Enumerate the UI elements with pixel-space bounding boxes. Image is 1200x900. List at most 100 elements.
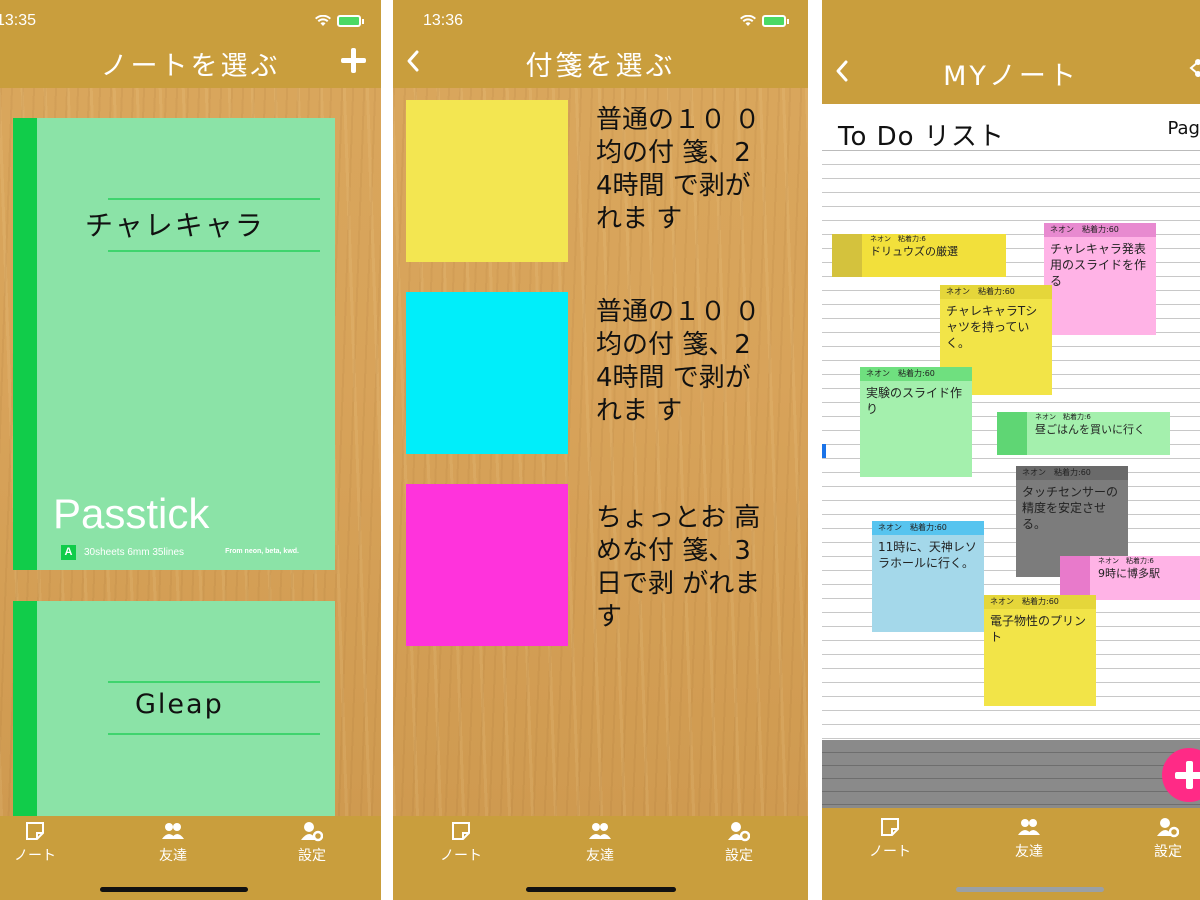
- sticky-header: ネオン 粘着力:60: [860, 367, 972, 381]
- sticky-text: 11時に、天神レソラホールに行く。: [878, 540, 977, 570]
- tagline: From neon, beta, kwd.: [225, 548, 299, 555]
- friends-icon: [1018, 819, 1040, 835]
- text-cursor: [822, 444, 826, 458]
- note-title: チャレキャラ: [85, 209, 265, 242]
- wifi-icon: [315, 15, 331, 26]
- tab-label: 設定: [1154, 844, 1182, 860]
- page-title: 付箋を選ぶ: [525, 51, 676, 82]
- sticky-note[interactable]: ネオン 粘着力:6 昼ごはんを買いに行く: [997, 412, 1170, 455]
- note-card[interactable]: Gleap: [13, 601, 335, 817]
- tab-label: 設定: [298, 848, 326, 864]
- friends-icon: [589, 823, 611, 839]
- sticky-description: 普通の１０ ０均の付 箋、24時間 で剥がれま す: [596, 297, 761, 426]
- tab-label: 友達: [159, 848, 187, 864]
- page-title: ノートを選ぶ: [100, 51, 281, 82]
- sticky-note[interactable]: ネオン 粘着力:6 9時に博多駅: [1060, 556, 1200, 600]
- add-note-button[interactable]: [339, 46, 369, 76]
- sheet-info: A 30sheets 6mm 35lines: [61, 545, 184, 560]
- status-icons: [740, 14, 789, 28]
- sticky-chip: [997, 412, 1027, 455]
- sticky-note[interactable]: ネオン 粘着力:60 電子物性のプリント: [984, 595, 1096, 706]
- sticky-description: 普通の１０ ０均の付 箋、24時間 で剥がれま す: [596, 105, 761, 234]
- note-spine: [13, 601, 37, 817]
- note-select-screen: 13:35 ノートを選ぶ チャレキャラ Passtick A 30sheets …: [0, 0, 381, 900]
- tab-settings[interactable]: 設定: [272, 820, 352, 865]
- tab-bar: ノート 友達 設定: [822, 808, 1200, 900]
- note-spine: [13, 118, 37, 570]
- battery-icon: [762, 15, 789, 27]
- page-title: MYノート: [943, 61, 1079, 92]
- note-icon: [452, 822, 470, 840]
- my-note-screen: MYノート To Do リスト Pag ネオン 粘着力:6 ドリュウズの厳選 ネ…: [822, 0, 1200, 900]
- sticky-option[interactable]: ちょっとお 高めな付 箋、3日で剥 がれます: [406, 484, 798, 646]
- nav-header: 13:35 ノートを選ぶ: [0, 0, 381, 88]
- page-footer: [822, 740, 1200, 808]
- share-icon[interactable]: [1188, 58, 1200, 78]
- sticky-description: ちょっとお 高めな付 箋、3日で剥 がれます: [596, 503, 761, 632]
- status-time: 13:35: [0, 12, 37, 29]
- sticky-select-screen: 13:36 付箋を選ぶ 普通の１０ ０均の付 箋、24時間 で剥がれま す 普通…: [393, 0, 808, 900]
- sticky-color-swatch[interactable]: [406, 100, 568, 262]
- friends-icon: [162, 823, 184, 839]
- sticky-text: チャレキャラTシャツを持っていく。: [946, 304, 1038, 350]
- paper-title: To Do リスト: [838, 122, 1005, 152]
- tab-friends[interactable]: 友達: [560, 820, 640, 865]
- tab-label: ノート: [14, 848, 56, 864]
- tab-label: ノート: [440, 848, 482, 864]
- sticky-note[interactable]: ネオン 粘着力:60 11時に、天神レソラホールに行く。: [872, 521, 984, 632]
- sticky-chip: [1060, 556, 1090, 600]
- sheet-spec: 30sheets 6mm 35lines: [84, 547, 185, 558]
- sticky-header: ネオン 粘着力:60: [940, 285, 1052, 299]
- nav-header: 13:36 付箋を選ぶ: [393, 0, 808, 88]
- note-card[interactable]: チャレキャラ Passtick A 30sheets 6mm 35lines F…: [13, 118, 335, 570]
- label-line: [108, 198, 320, 200]
- sticky-text: チャレキャラ発表用のスライドを作る: [1050, 242, 1147, 288]
- tab-friends[interactable]: 友達: [989, 816, 1069, 861]
- label-line: [108, 733, 320, 735]
- note-icon: [26, 822, 44, 840]
- tab-settings[interactable]: 設定: [1128, 816, 1200, 861]
- sticky-option[interactable]: 普通の１０ ０均の付 箋、24時間 で剥がれま す: [406, 292, 798, 454]
- battery-icon: [337, 15, 364, 27]
- sticky-color-swatch[interactable]: [406, 484, 568, 646]
- note-title: Gleap: [135, 689, 224, 720]
- wifi-icon: [740, 15, 756, 26]
- brand-text: Passtick: [53, 490, 210, 537]
- home-indicator: [100, 887, 248, 892]
- sticky-text: 電子物性のプリント: [990, 614, 1087, 644]
- home-indicator: [526, 887, 676, 892]
- tab-label: 友達: [586, 848, 614, 864]
- note-paper[interactable]: To Do リスト Pag ネオン 粘着力:6 ドリュウズの厳選 ネオン 粘着力…: [822, 104, 1200, 740]
- tab-label: 友達: [1015, 844, 1043, 860]
- sticky-option[interactable]: 普通の１０ ０均の付 箋、24時間 で剥がれま す: [406, 100, 798, 262]
- tab-label: 設定: [725, 848, 753, 864]
- tab-friends[interactable]: 友達: [133, 820, 213, 865]
- note-icon: [881, 818, 899, 836]
- sticky-header: ネオン 粘着力:60: [984, 595, 1096, 609]
- sticky-text: タッチセンサーの精度を安定させる。: [1022, 485, 1119, 531]
- home-indicator: [956, 887, 1104, 892]
- tab-note[interactable]: ノート: [0, 820, 75, 865]
- tab-bar: ノート 友達 設定: [0, 816, 381, 900]
- tab-settings[interactable]: 設定: [699, 820, 779, 865]
- tab-note[interactable]: ノート: [421, 820, 501, 865]
- page-label: Pag: [1167, 118, 1200, 139]
- tab-note[interactable]: ノート: [850, 816, 930, 861]
- sticky-header: ネオン 粘着力:60: [1044, 223, 1156, 237]
- label-line: [108, 250, 320, 252]
- grade-badge: A: [61, 545, 76, 560]
- status-icons: [315, 14, 364, 28]
- user-gear-icon: [728, 822, 750, 842]
- sticky-header: ネオン 粘着力:60: [1016, 466, 1128, 480]
- sticky-note[interactable]: ネオン 粘着力:6 ドリュウズの厳選: [832, 234, 1006, 277]
- tab-bar: ノート 友達 設定: [393, 816, 808, 900]
- sticky-header: ネオン 粘着力:60: [872, 521, 984, 535]
- nav-header: MYノート: [822, 0, 1200, 104]
- status-time: 13:36: [423, 12, 464, 29]
- sticky-note[interactable]: ネオン 粘着力:60 チャレキャラ発表用のスライドを作る: [1044, 223, 1156, 335]
- sticky-color-swatch[interactable]: [406, 292, 568, 454]
- sticky-text: 実験のスライド作り: [866, 386, 963, 416]
- tab-label: ノート: [869, 844, 911, 860]
- sticky-note[interactable]: ネオン 粘着力:60 実験のスライド作り: [860, 367, 972, 477]
- sticky-chip: [832, 234, 862, 277]
